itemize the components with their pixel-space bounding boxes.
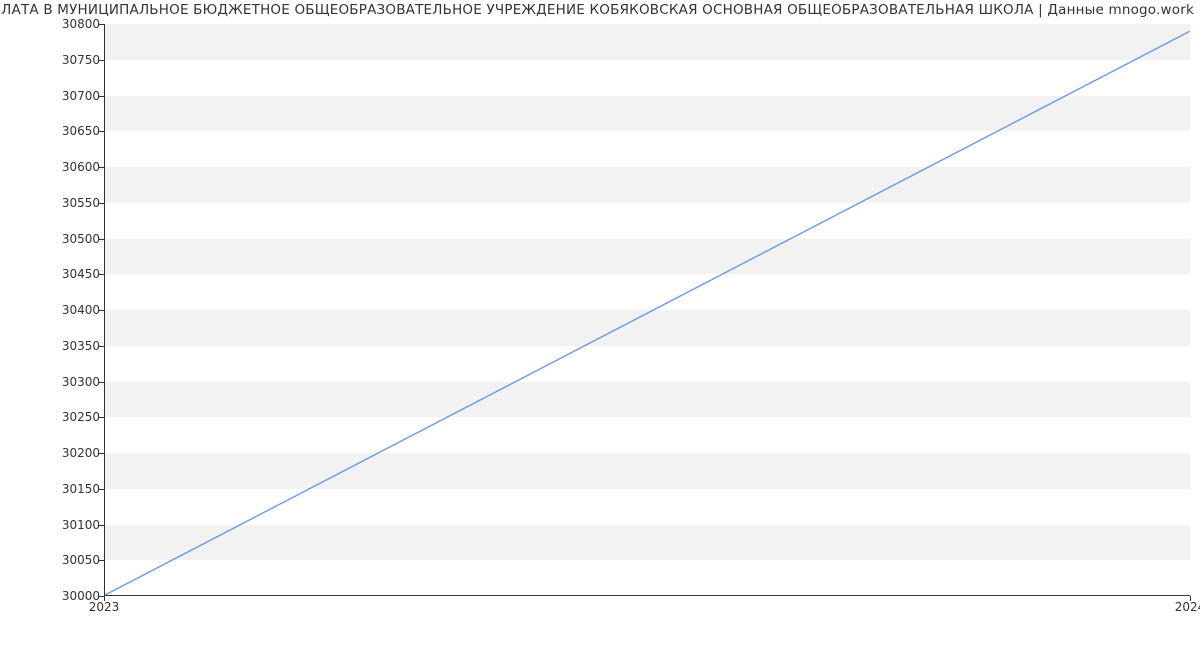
y-tick-label: 30750 [6, 53, 100, 67]
y-tick [99, 167, 104, 168]
y-tick-label: 30550 [6, 196, 100, 210]
y-tick-label: 30600 [6, 160, 100, 174]
y-tick-label: 30350 [6, 339, 100, 353]
y-tick-label: 30150 [6, 482, 100, 496]
y-tick-label: 30200 [6, 446, 100, 460]
y-tick-label: 30650 [6, 124, 100, 138]
y-tick-label: 30500 [6, 232, 100, 246]
x-tick [104, 596, 105, 601]
chart-title: ЗАРПЛАТА В МУНИЦИПАЛЬНОЕ БЮДЖЕТНОЕ ОБЩЕО… [0, 2, 1194, 18]
line-series [105, 24, 1190, 595]
y-tick-label: 30000 [6, 589, 100, 603]
y-tick-label: 30050 [6, 553, 100, 567]
y-tick-label: 30300 [6, 375, 100, 389]
y-tick-label: 30450 [6, 267, 100, 281]
y-tick [99, 203, 104, 204]
y-tick [99, 525, 104, 526]
salary-line-chart: ЗАРПЛАТА В МУНИЦИПАЛЬНОЕ БЮДЖЕТНОЕ ОБЩЕО… [0, 0, 1200, 650]
plot-area [104, 24, 1190, 596]
y-tick-label: 30700 [6, 89, 100, 103]
y-tick [99, 489, 104, 490]
x-tick-label: 2024 [1175, 600, 1200, 614]
x-tick [1190, 596, 1191, 601]
y-tick [99, 60, 104, 61]
y-tick [99, 417, 104, 418]
y-tick [99, 453, 104, 454]
y-tick [99, 131, 104, 132]
x-tick-label: 2023 [89, 600, 120, 614]
y-tick-label: 30400 [6, 303, 100, 317]
series-line [105, 31, 1190, 595]
y-tick-label: 30250 [6, 410, 100, 424]
y-tick [99, 382, 104, 383]
y-tick [99, 346, 104, 347]
y-tick [99, 24, 104, 25]
y-tick-label: 30800 [6, 17, 100, 31]
y-tick [99, 560, 104, 561]
y-tick [99, 274, 104, 275]
y-tick [99, 96, 104, 97]
y-tick-label: 30100 [6, 518, 100, 532]
y-tick [99, 239, 104, 240]
y-tick [99, 310, 104, 311]
